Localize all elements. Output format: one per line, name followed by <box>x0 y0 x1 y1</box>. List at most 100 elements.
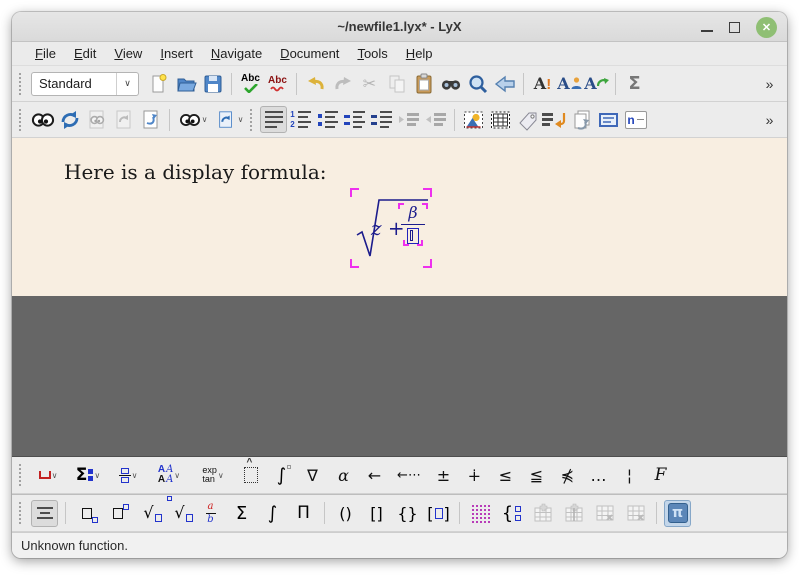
update-master-button[interactable] <box>110 106 137 133</box>
ams-operators-button[interactable]: ∔ <box>461 462 488 489</box>
fraction-inset[interactable]: β <box>401 203 425 244</box>
view-other-formats-button[interactable] <box>137 106 164 133</box>
math-font-dropdown[interactable]: AAAA∨ <box>149 462 189 489</box>
copy-button[interactable] <box>383 70 410 97</box>
insert-box-button[interactable] <box>595 106 622 133</box>
toolbar-drag-handle[interactable] <box>19 464 24 486</box>
integral-button[interactable]: ∫ <box>259 500 286 527</box>
open-document-button[interactable] <box>172 70 199 97</box>
nabla-button[interactable]: ∇ <box>299 462 326 489</box>
ams-relations-button[interactable]: ≦ <box>523 462 550 489</box>
phantom-button[interactable]: ^ <box>237 462 264 489</box>
maximize-button[interactable] <box>729 22 740 33</box>
menu-navigate[interactable]: Navigate <box>202 44 271 63</box>
increase-indent-button[interactable] <box>395 106 422 133</box>
sum-button[interactable]: Σ <box>228 500 255 527</box>
math-mode-button[interactable]: Σ <box>621 70 648 97</box>
insert-include-button[interactable] <box>568 106 595 133</box>
delete-column-button[interactable] <box>622 500 649 527</box>
update-view-button[interactable] <box>56 106 83 133</box>
toolbar-overflow-button[interactable]: » <box>756 106 783 133</box>
superscript-button[interactable] <box>104 500 131 527</box>
menu-file[interactable]: File <box>26 44 65 63</box>
close-button[interactable]: ✕ <box>756 17 777 38</box>
minimize-button[interactable] <box>701 30 713 32</box>
subscript-button[interactable] <box>73 500 100 527</box>
insert-cross-reference-button[interactable] <box>541 106 568 133</box>
menu-insert[interactable]: Insert <box>151 44 202 63</box>
nth-root-button[interactable]: √ <box>166 500 193 527</box>
fraction-button[interactable]: ab <box>197 500 224 527</box>
new-document-button[interactable] <box>145 70 172 97</box>
toolbar-drag-handle[interactable] <box>250 109 255 131</box>
insert-label-button[interactable] <box>514 106 541 133</box>
ams-negative-relations-button[interactable]: ⋠ <box>554 462 581 489</box>
formula-argument[interactable]: z + <box>371 216 405 240</box>
big-operators-dropdown[interactable]: Σ∨ <box>69 462 107 489</box>
paragraph-style-select[interactable]: Standard ∨ <box>31 72 139 96</box>
insert-matrix-button[interactable] <box>467 500 494 527</box>
navigate-back-button[interactable] <box>491 70 518 97</box>
title-bar[interactable]: ~/newfile1.lyx* - LyX ✕ <box>12 12 787 42</box>
frames-button[interactable]: F <box>647 462 674 489</box>
text-properties-button[interactable]: A <box>556 70 583 97</box>
find-replace-button[interactable] <box>464 70 491 97</box>
braces-button[interactable]: {} <box>394 500 421 527</box>
fraction-dropdown[interactable]: ∨ <box>111 462 145 489</box>
view-master-button[interactable] <box>83 106 110 133</box>
apply-text-style-button[interactable]: A <box>583 70 610 97</box>
parentheses-button[interactable]: () <box>332 500 359 527</box>
text-style-button[interactable]: A! <box>529 70 556 97</box>
display-formula-toggle[interactable] <box>31 500 58 527</box>
paragraph-text[interactable]: Here is a display formula: <box>64 160 326 184</box>
document-workarea[interactable]: Here is a display formula: z + β <box>12 138 787 296</box>
math-space-dropdown[interactable]: ∨ <box>31 462 65 489</box>
menu-edit[interactable]: Edit <box>65 44 105 63</box>
toolbar-overflow-button[interactable]: » <box>756 70 783 97</box>
delete-row-button[interactable] <box>591 500 618 527</box>
description-list-button[interactable] <box>341 106 368 133</box>
paragraph-standard-button[interactable] <box>260 106 287 133</box>
insert-table-button[interactable] <box>487 106 514 133</box>
empty-placeholder-box[interactable] <box>407 228 419 244</box>
delimiters-dialog-button[interactable]: [] <box>425 500 452 527</box>
integral-limits-button[interactable]: ∫ <box>268 462 295 489</box>
update-other-dropdown[interactable]: ∨ <box>211 106 247 133</box>
add-column-button[interactable] <box>560 500 587 527</box>
dots-button[interactable]: … <box>585 462 612 489</box>
undo-button[interactable] <box>302 70 329 97</box>
toolbar-drag-handle[interactable] <box>19 502 24 524</box>
decrease-indent-button[interactable] <box>422 106 449 133</box>
delimiters-misc-button[interactable]: ¦ <box>616 462 643 489</box>
toolbar-drag-handle[interactable] <box>19 73 24 95</box>
greek-letters-button[interactable]: α <box>330 462 357 489</box>
continuous-spellcheck-button[interactable]: Abc <box>264 70 291 97</box>
functions-dropdown[interactable]: exptan∨ <box>193 462 233 489</box>
product-button[interactable]: Π <box>290 500 317 527</box>
square-root-button[interactable]: √ <box>135 500 162 527</box>
arrows-button[interactable]: ← <box>361 462 388 489</box>
long-arrows-button[interactable]: ←⋯ <box>392 462 426 489</box>
insert-cases-button[interactable]: { <box>498 500 525 527</box>
operators-button[interactable]: ± <box>430 462 457 489</box>
menu-help[interactable]: Help <box>397 44 442 63</box>
math-panel-toggle[interactable]: π <box>664 500 691 527</box>
view-other-dropdown[interactable]: ∨ <box>175 106 211 133</box>
save-document-button[interactable] <box>199 70 226 97</box>
math-inset[interactable]: z + β <box>350 188 432 268</box>
insert-graphics-button[interactable] <box>460 106 487 133</box>
brackets-button[interactable]: [] <box>363 500 390 527</box>
numbered-list-button[interactable]: 12 <box>287 106 314 133</box>
redo-button[interactable] <box>329 70 356 97</box>
cut-button[interactable]: ✂ <box>356 70 383 97</box>
menu-view[interactable]: View <box>105 44 151 63</box>
add-row-button[interactable] <box>529 500 556 527</box>
check-spelling-button[interactable]: Abc <box>237 70 264 97</box>
relations-button[interactable]: ≤ <box>492 462 519 489</box>
menu-tools[interactable]: Tools <box>348 44 396 63</box>
paste-button[interactable] <box>410 70 437 97</box>
insert-note-button[interactable]: n <box>622 106 649 133</box>
view-document-button[interactable] <box>29 106 56 133</box>
toolbar-drag-handle[interactable] <box>19 109 24 131</box>
labeling-list-button[interactable] <box>368 106 395 133</box>
